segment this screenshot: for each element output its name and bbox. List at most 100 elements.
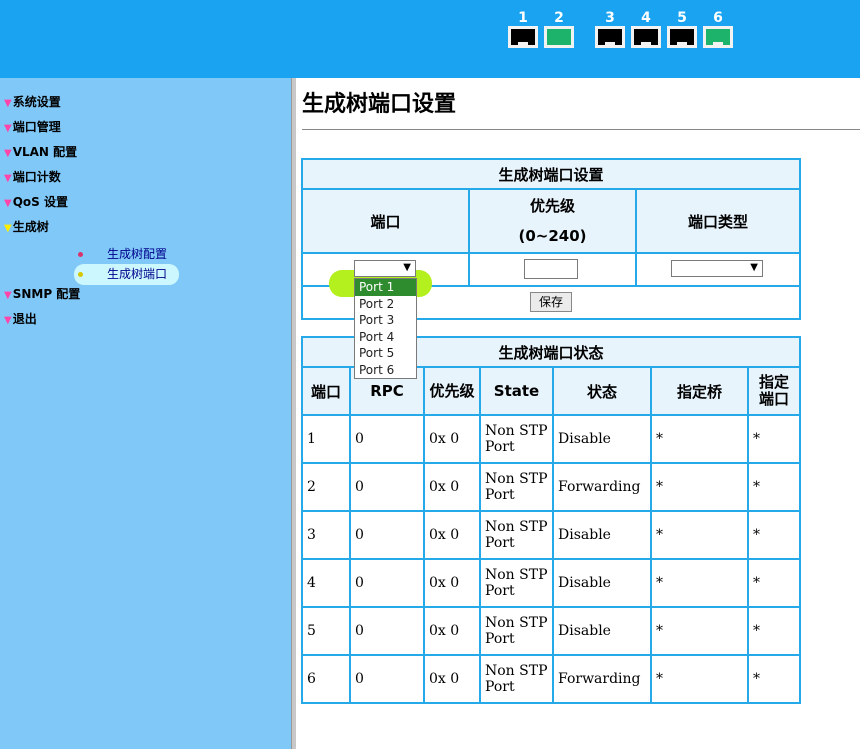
header-priority: 优先级 (0~240) [468, 188, 637, 254]
cell-rpc: 0 [349, 510, 425, 560]
cell-status: Disable [552, 606, 652, 656]
port-select[interactable]: ▼ [354, 260, 416, 277]
menu-label: QoS 设置 [12, 195, 68, 209]
chevron-down-icon: ▼ [4, 123, 12, 134]
bullet-icon [78, 272, 83, 277]
menu-port-management[interactable]: ▼端口管理 [4, 118, 61, 135]
cell-designated-bridge: * [650, 558, 749, 608]
submenu-label: 生成树配置 [107, 247, 168, 261]
dropdown-option[interactable]: Port 4 [355, 329, 416, 346]
chevron-down-icon: ▼ [4, 223, 12, 234]
cell-state: Non STP Port [479, 606, 554, 656]
page-title: 生成树端口设置 [302, 92, 457, 117]
cell-port: 2 [301, 462, 351, 512]
menu-logout[interactable]: ▼退出 [4, 310, 37, 327]
port-6-jack-icon [703, 26, 733, 48]
port-3-number: 3 [605, 10, 615, 26]
port-5-jack-icon [667, 26, 697, 48]
cell-priority: 0x 0 [423, 510, 481, 560]
chevron-down-icon: ▼ [4, 148, 12, 159]
cell-rpc: 0 [349, 558, 425, 608]
cell-designated-port: * [747, 654, 801, 704]
title-divider [302, 129, 860, 130]
table-row: 1 0 0x 0 Non STP Port Disable * * [301, 414, 801, 464]
chevron-down-icon: ▼ [4, 173, 12, 184]
header-port-type: 端口类型 [635, 188, 801, 254]
status-header: 指定桥 [650, 366, 749, 416]
table-row: 4 0 0x 0 Non STP Port Disable * * [301, 558, 801, 608]
port-4-number: 4 [641, 10, 651, 26]
menu-snmp-config[interactable]: ▼SNMP 配置 [4, 285, 80, 302]
cell-status: Forwarding [552, 654, 652, 704]
table-row: 2 0 0x 0 Non STP Port Forwarding * * [301, 462, 801, 512]
menu-label: 端口管理 [12, 120, 61, 134]
menu-label: 生成树 [12, 220, 49, 234]
cell-rpc: 0 [349, 606, 425, 656]
cell-port: 3 [301, 510, 351, 560]
cell-state: Non STP Port [479, 462, 554, 512]
status-header: 端口 [301, 366, 351, 416]
dropdown-arrow-icon: ▼ [750, 262, 758, 273]
cell-designated-bridge: * [650, 462, 749, 512]
port-3-jack-icon [595, 26, 625, 48]
cell-designated-bridge: * [650, 510, 749, 560]
cell-priority: 0x 0 [423, 414, 481, 464]
menu-qos-settings[interactable]: ▼QoS 设置 [4, 193, 68, 210]
cell-designated-port: * [747, 558, 801, 608]
priority-input[interactable] [524, 259, 578, 279]
dropdown-option[interactable]: Port 5 [355, 345, 416, 362]
frame-divider[interactable] [291, 78, 296, 749]
chevron-down-icon: ▼ [4, 198, 12, 209]
cell-port: 5 [301, 606, 351, 656]
menu-label: VLAN 配置 [12, 145, 78, 159]
port-1-number: 1 [518, 10, 528, 26]
cell-status: Disable [552, 510, 652, 560]
save-button[interactable]: 保存 [530, 292, 572, 312]
menu-label: SNMP 配置 [12, 287, 81, 301]
cell-rpc: 0 [349, 654, 425, 704]
cell-priority: 0x 0 [423, 606, 481, 656]
cell-state: Non STP Port [479, 558, 554, 608]
cell-rpc: 0 [349, 462, 425, 512]
menu-vlan-config[interactable]: ▼VLAN 配置 [4, 143, 77, 160]
status-header: 指定端口 [747, 366, 801, 416]
status-header: 状态 [552, 366, 652, 416]
cell-state: Non STP Port [479, 510, 554, 560]
chevron-down-icon: ▼ [4, 98, 12, 109]
table-row: 3 0 0x 0 Non STP Port Disable * * [301, 510, 801, 560]
cell-designated-bridge: * [650, 414, 749, 464]
dropdown-option[interactable]: Port 6 [355, 362, 416, 379]
cell-priority: 0x 0 [423, 654, 481, 704]
cell-status: Disable [552, 558, 652, 608]
port-type-select[interactable]: ▼ [671, 260, 763, 277]
priority-label: 优先级 [529, 197, 575, 215]
dropdown-option[interactable]: Port 3 [355, 312, 416, 329]
cell-port: 1 [301, 414, 351, 464]
dropdown-option[interactable]: Port 2 [355, 296, 416, 313]
chevron-down-icon: ▼ [4, 315, 12, 326]
menu-label: 系统设置 [12, 95, 61, 109]
settings-caption: 生成树端口设置 [301, 158, 801, 190]
menu-system-settings[interactable]: ▼系统设置 [4, 93, 61, 110]
cell-state: Non STP Port [479, 654, 554, 704]
cell-port: 6 [301, 654, 351, 704]
menu-port-counter[interactable]: ▼端口计数 [4, 168, 61, 185]
submenu-label: 生成树端口 [107, 267, 168, 281]
cell-designated-bridge: * [650, 654, 749, 704]
port-4-jack-icon [631, 26, 661, 48]
header-port: 端口 [301, 188, 470, 254]
cell-designated-port: * [747, 510, 801, 560]
cell-port: 4 [301, 558, 351, 608]
dropdown-option[interactable]: Port 1 [355, 279, 416, 296]
priority-range: (0~240) [518, 227, 587, 245]
top-banner: 1 2 3 4 5 6 [0, 0, 860, 78]
submenu-spanning-tree-config[interactable]: 生成树配置 [78, 245, 167, 262]
submenu-spanning-tree-port[interactable]: 生成树端口 [78, 265, 167, 282]
status-header: State [479, 366, 554, 416]
cell-state: Non STP Port [479, 414, 554, 464]
port-6-number: 6 [713, 10, 723, 26]
port-1-jack-icon [508, 26, 538, 48]
cell-status: Forwarding [552, 462, 652, 512]
table-row: 5 0 0x 0 Non STP Port Disable * * [301, 606, 801, 656]
menu-spanning-tree[interactable]: ▼生成树 [4, 218, 49, 235]
